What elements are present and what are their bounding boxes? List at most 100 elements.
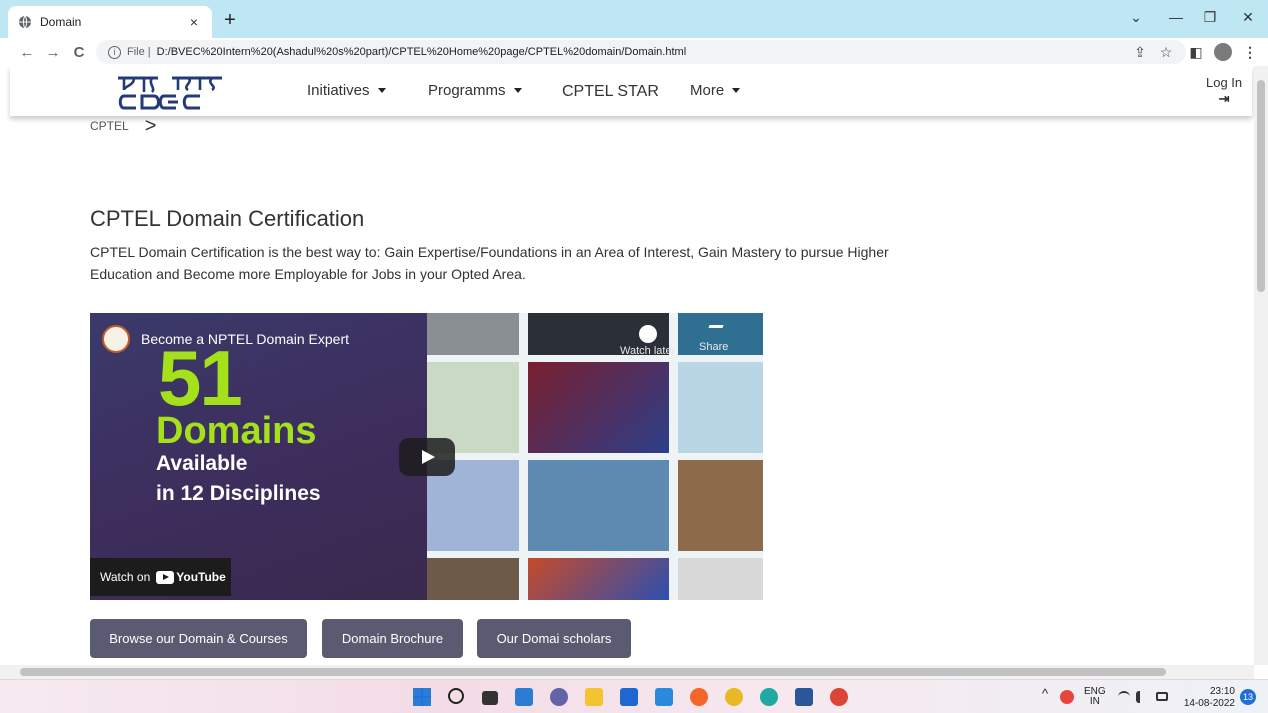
bookmark-star-icon[interactable]: ☆ — [1156, 44, 1176, 61]
chrome-icon[interactable] — [725, 688, 743, 706]
horizontal-scrollbar[interactable] — [0, 665, 1254, 679]
nav-more-label: More — [690, 82, 725, 99]
login-button[interactable]: Log In ⇥ — [1206, 75, 1242, 107]
tab-search-icon[interactable]: ⌄ — [1124, 9, 1148, 26]
share-icon[interactable]: ⇪ — [1130, 44, 1150, 61]
back-button[interactable]: ← — [16, 44, 38, 61]
horizontal-scroll-thumb[interactable] — [20, 668, 1166, 676]
watch-later-button[interactable]: Watch later — [620, 325, 675, 357]
youtube-logo: YouTube — [156, 570, 226, 584]
language-bottom: IN — [1089, 696, 1100, 707]
video-thumbnail-collage: Watch later Share — [427, 313, 763, 600]
nav-more[interactable]: More — [690, 82, 741, 99]
video-thumbnail-left: Become a NPTEL Domain Expert 51 Domains … — [90, 313, 427, 600]
widgets-icon[interactable] — [515, 688, 533, 706]
store-icon[interactable] — [620, 688, 638, 706]
profile-avatar[interactable] — [1214, 43, 1232, 61]
domain-scholars-button[interactable]: Our Domai scholars — [477, 619, 631, 658]
task-view-icon[interactable] — [482, 691, 498, 705]
collage-image — [528, 460, 669, 551]
globe-icon — [18, 15, 32, 29]
new-tab-button[interactable]: + — [220, 10, 240, 30]
login-icon: ⇥ — [1218, 91, 1230, 106]
browse-domain-courses-button[interactable]: Browse our Domain & Courses — [90, 619, 307, 658]
tab-title: Domain — [40, 15, 82, 29]
breadcrumb-item[interactable]: CPTEL — [90, 119, 129, 133]
side-panel-icon[interactable]: ◧ — [1186, 44, 1206, 61]
firefox-icon[interactable] — [690, 688, 708, 706]
chat-icon[interactable] — [550, 688, 568, 706]
chrome-profile-icon[interactable] — [830, 688, 848, 706]
clock-date: 14-08-2022 — [1183, 698, 1235, 709]
search-icon[interactable] — [448, 688, 464, 704]
reload-button[interactable]: C — [68, 44, 90, 61]
minimize-button[interactable]: — — [1164, 9, 1188, 25]
clock-time: 23:10 — [1209, 686, 1235, 697]
tab-close-icon[interactable]: × — [186, 14, 202, 30]
maximize-button[interactable]: ❐ — [1198, 9, 1222, 26]
word-icon[interactable] — [795, 688, 813, 706]
caret-down-icon — [377, 88, 386, 93]
nav-cptel-star-label: CPTEL STAR — [562, 83, 659, 100]
collage-image — [427, 313, 519, 355]
share-video-button[interactable]: Share — [699, 325, 728, 353]
video-play-button[interactable] — [399, 438, 455, 476]
collage-image — [678, 460, 763, 551]
battery-icon[interactable] — [1156, 692, 1168, 701]
page-viewport: Initiatives Programms CPTEL STAR More Lo… — [0, 66, 1254, 665]
vertical-scroll-thumb[interactable] — [1257, 80, 1265, 292]
collage-image — [678, 362, 763, 453]
wifi-icon[interactable] — [1118, 691, 1130, 703]
browser-tab[interactable]: Domain × — [8, 6, 212, 38]
site-info-icon[interactable]: i — [108, 45, 121, 59]
youtube-video-embed[interactable]: Become a NPTEL Domain Expert 51 Domains … — [90, 313, 763, 600]
vertical-scrollbar[interactable] — [1254, 66, 1268, 665]
tray-chevron-icon[interactable]: ^ — [1042, 687, 1048, 700]
watch-on-label: Watch on — [100, 570, 151, 584]
share-label: Share — [699, 341, 729, 353]
page-description: CPTEL Domain Certification is the best w… — [90, 244, 889, 282]
youtube-label: YouTube — [176, 570, 226, 584]
channel-logo-icon[interactable] — [102, 325, 130, 353]
mail-icon[interactable] — [655, 688, 673, 706]
share-arrow-icon — [704, 325, 724, 339]
forward-button[interactable]: → — [42, 44, 64, 61]
youtube-play-icon — [156, 570, 175, 584]
caret-down-icon — [513, 88, 522, 93]
video-big-word: Domains — [156, 410, 317, 452]
edge-icon[interactable] — [760, 688, 778, 706]
breadcrumb: CPTEL > — [90, 115, 157, 137]
video-line-2: in 12 Disciplines — [156, 482, 321, 505]
nav-initiatives-label: Initiatives — [307, 82, 370, 99]
windows-start-icon[interactable] — [413, 688, 431, 706]
domain-brochure-button[interactable]: Domain Brochure — [322, 619, 463, 658]
collage-image — [528, 362, 669, 453]
address-bar[interactable]: i File | D:/BVEC%20Intern%20(Ashadul%20s… — [96, 40, 1186, 64]
watch-on-youtube-button[interactable]: Watch on YouTube — [90, 558, 231, 596]
browser-tab-strip: Domain × + ⌄ — ❐ ✕ — [0, 0, 1268, 38]
nav-programms[interactable]: Programms — [428, 82, 522, 99]
caret-down-icon — [732, 88, 741, 93]
url-text[interactable]: D:/BVEC%20Intern%20(Ashadul%20s%20part)/… — [157, 46, 687, 58]
cdac-logo[interactable] — [116, 72, 226, 112]
video-line-1: Available — [156, 452, 248, 475]
volume-icon[interactable] — [1136, 691, 1148, 703]
language-indicator[interactable]: ENG IN — [1084, 687, 1106, 707]
tray-app-icon[interactable] — [1060, 690, 1074, 704]
watch-later-label: Watch later — [620, 345, 676, 357]
breadcrumb-separator-icon: > — [144, 115, 157, 137]
browser-menu-icon[interactable]: ⋮ — [1240, 44, 1260, 61]
windows-taskbar: ^ ENG IN 23:10 14-08-2022 13 — [0, 679, 1268, 713]
system-clock[interactable]: 23:10 14-08-2022 — [1183, 686, 1235, 710]
nav-programms-label: Programms — [428, 82, 506, 99]
clock-icon — [638, 325, 657, 343]
nav-initiatives[interactable]: Initiatives — [307, 82, 386, 99]
nav-cptel-star[interactable]: CPTEL STAR — [562, 83, 659, 101]
file-explorer-icon[interactable] — [585, 688, 603, 706]
browser-toolbar: ← → C i File | D:/BVEC%20Intern%20(Ashad… — [0, 38, 1268, 66]
login-label: Log In — [1206, 75, 1243, 90]
collage-image — [427, 558, 519, 600]
notification-badge[interactable]: 13 — [1240, 689, 1256, 705]
close-window-button[interactable]: ✕ — [1236, 9, 1260, 26]
collage-image — [528, 558, 669, 600]
